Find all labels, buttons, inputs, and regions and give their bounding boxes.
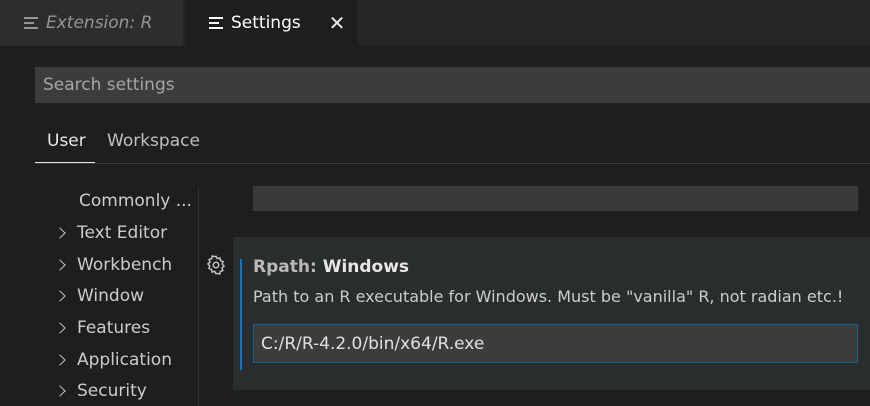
toc-item-label: Security [77,381,147,401]
active-scope-underline [35,162,95,163]
toc-item-label: Workbench [77,255,173,275]
toc-item-application[interactable]: Application [54,348,172,372]
editor-tab-bar: Extension: R Settings ✕ [0,0,870,46]
previous-setting-input[interactable] [253,186,858,211]
tab-label: Extension: R [46,13,153,33]
chevron-right-icon [54,259,66,271]
search-settings-box [35,67,870,103]
setting-name: Windows [322,257,410,277]
toc-divider [198,186,199,406]
chevron-right-icon [54,227,66,239]
toc-item-window[interactable]: Window [54,284,145,308]
chevron-right-icon [54,322,66,334]
settings-lines-icon [209,17,223,29]
search-settings-input[interactable] [43,75,870,95]
close-icon[interactable]: ✕ [326,12,348,34]
toc-item-text-editor[interactable]: Text Editor [54,221,168,245]
chevron-right-icon [54,354,66,366]
settings-scope-tabs: User Workspace [35,120,870,164]
tab-extension-r[interactable]: Extension: R [0,0,184,46]
setting-category: Rpath: [253,257,323,277]
tab-label: Settings [231,13,301,33]
toc-item-features[interactable]: Features [54,316,151,340]
preview-lines-icon [24,17,38,29]
toc-item-workbench[interactable]: Workbench [54,253,173,277]
setting-focus-indicator [240,259,242,370]
toc-item-label: Features [77,318,151,338]
toc-item-commonly-used[interactable]: Commonly ... [79,189,192,213]
scope-tab-workspace[interactable]: Workspace [107,131,200,151]
scope-tab-user[interactable]: User [47,131,86,151]
toc-item-security[interactable]: Security [54,379,147,403]
rpath-windows-field [253,324,858,363]
chevron-right-icon [54,290,66,302]
toc-item-label: Text Editor [77,223,168,243]
gear-icon[interactable] [205,254,227,276]
toc-item-label: Window [77,286,145,306]
rpath-windows-input[interactable] [261,333,857,354]
setting-title: Rpath: Windows [253,257,409,277]
chevron-right-icon [54,385,66,397]
setting-description: Path to an R executable for Windows. Mus… [253,287,844,306]
toc-item-label: Application [77,350,172,370]
tab-settings[interactable]: Settings ✕ [185,0,357,46]
toc-item-label: Commonly ... [79,191,192,211]
